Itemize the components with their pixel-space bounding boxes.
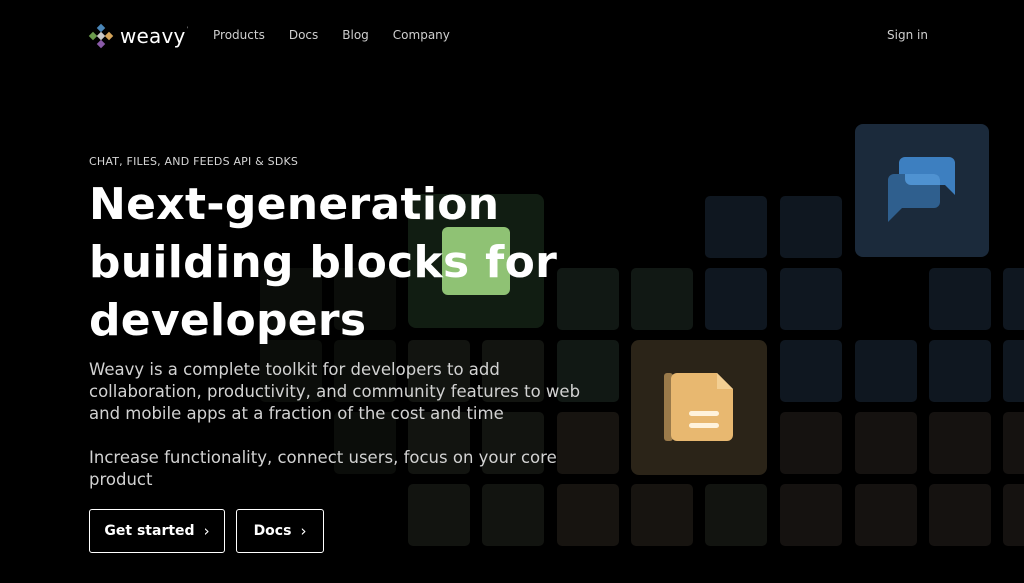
background-tile xyxy=(780,484,842,546)
docs-button[interactable]: Docs › xyxy=(236,509,324,553)
chevron-right-icon: › xyxy=(203,522,210,540)
background-tile xyxy=(705,196,767,258)
background-tile xyxy=(855,484,917,546)
hero-eyebrow: CHAT, FILES, AND FEEDS API & SDKS xyxy=(89,155,299,168)
get-started-label: Get started xyxy=(104,523,195,539)
background-tile xyxy=(780,268,842,330)
background-tile xyxy=(780,412,842,474)
background-tile xyxy=(929,340,991,402)
main-nav: Products Docs Blog Company xyxy=(213,28,474,42)
nav-blog[interactable]: Blog xyxy=(342,28,369,42)
background-tile xyxy=(780,196,842,258)
hero-description: Weavy is a complete toolkit for develope… xyxy=(89,360,581,423)
background-tile xyxy=(482,484,544,546)
weavy-logo-icon xyxy=(88,23,114,49)
background-tile xyxy=(557,484,619,546)
nav-company[interactable]: Company xyxy=(393,28,450,42)
logo-wordmark: weavy' xyxy=(120,24,189,48)
hero-subdescription: Increase functionality, connect users, f… xyxy=(89,448,557,489)
background-tile xyxy=(705,268,767,330)
background-tile xyxy=(631,268,693,330)
files-tile xyxy=(631,340,767,475)
background-tile xyxy=(705,484,767,546)
nav-products[interactable]: Products xyxy=(213,28,265,42)
background-tile xyxy=(1003,340,1024,402)
weavy-logo[interactable]: weavy' xyxy=(88,23,188,49)
top-navigation: weavy' Products Docs Blog Company Sign i… xyxy=(0,0,1024,72)
background-tile xyxy=(855,412,917,474)
chevron-right-icon: › xyxy=(300,522,307,540)
nav-docs[interactable]: Docs xyxy=(289,28,318,42)
docs-label: Docs xyxy=(253,523,292,539)
background-tile xyxy=(929,268,991,330)
background-tile xyxy=(929,412,991,474)
hero-title: Next-generation building blocks for deve… xyxy=(89,179,558,346)
background-tile xyxy=(780,340,842,402)
background-tile xyxy=(1003,484,1024,546)
sign-in-link[interactable]: Sign in xyxy=(887,28,928,42)
document-icon xyxy=(664,373,733,441)
background-tile xyxy=(855,340,917,402)
background-tile xyxy=(929,484,991,546)
chat-bubbles-icon xyxy=(888,157,955,222)
chat-tile xyxy=(855,124,989,257)
background-tile xyxy=(631,484,693,546)
background-tile xyxy=(1003,268,1024,330)
background-tile xyxy=(1003,412,1024,474)
get-started-button[interactable]: Get started › xyxy=(89,509,225,553)
background-tile xyxy=(408,484,470,546)
